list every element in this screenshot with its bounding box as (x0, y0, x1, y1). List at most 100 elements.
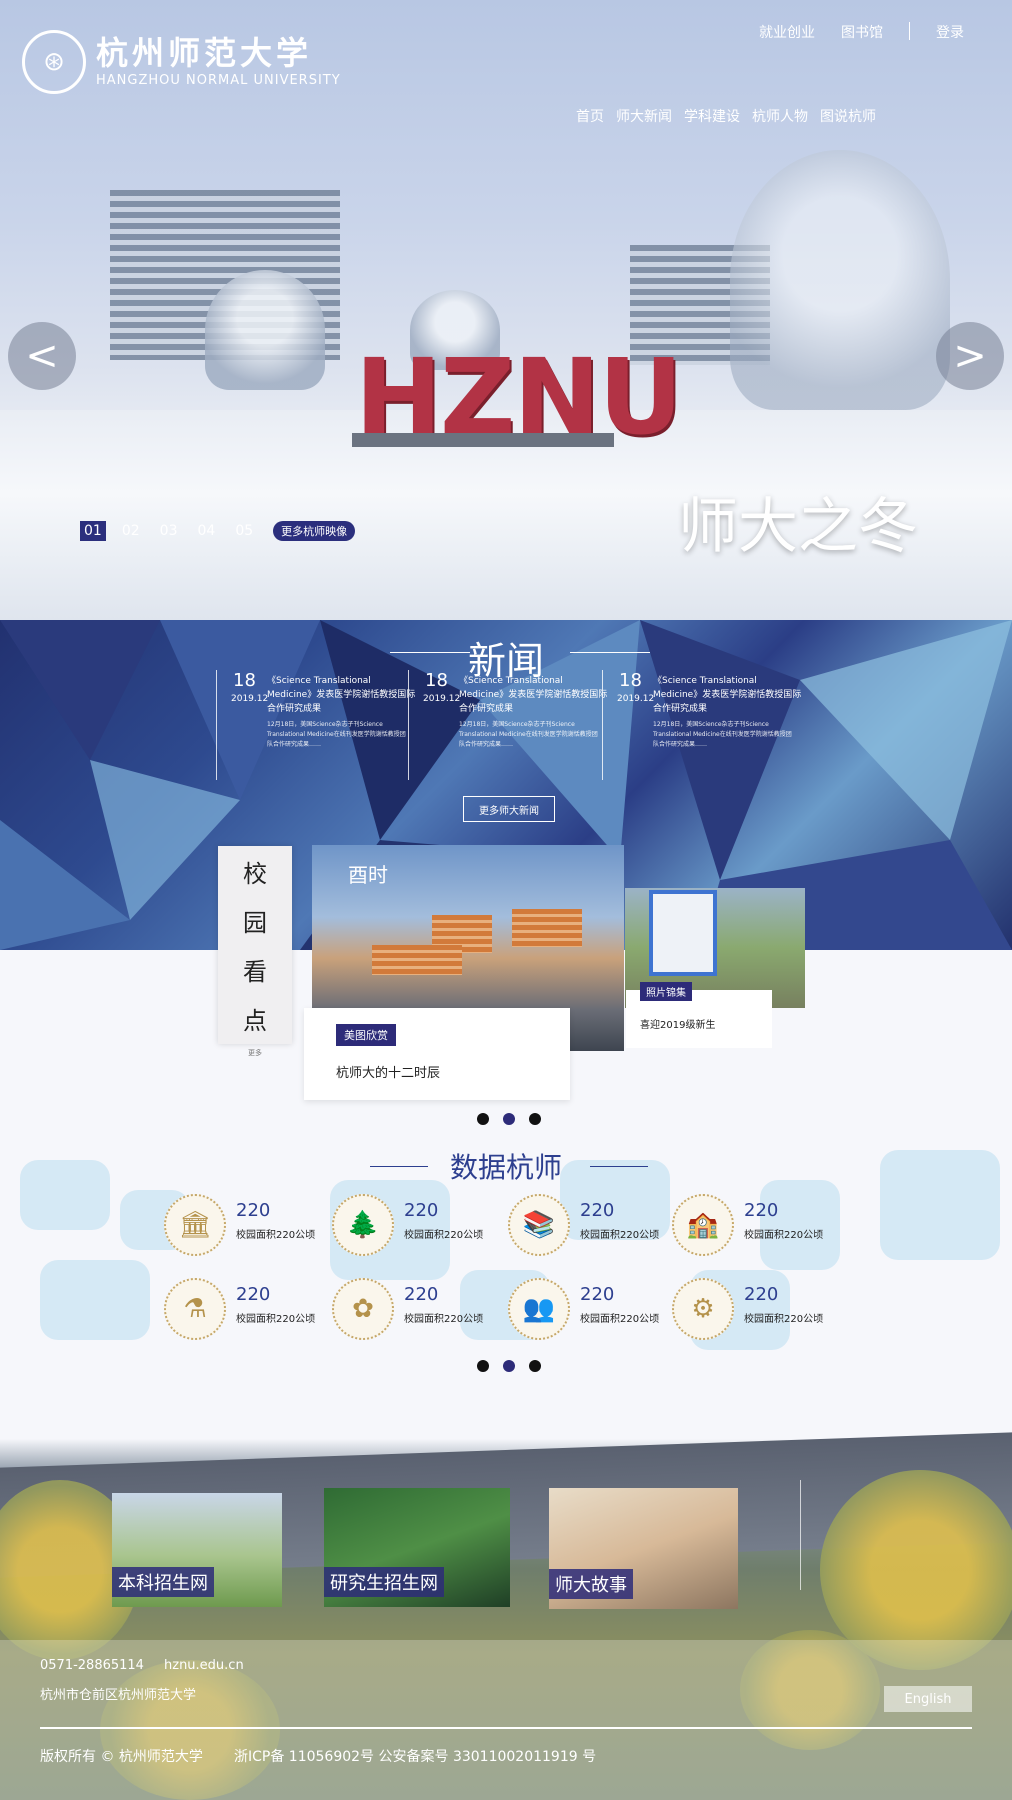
campus-title-char: 园 (243, 909, 267, 937)
nav-home[interactable]: 首页 (576, 106, 604, 126)
pager-dot-active[interactable] (503, 1360, 515, 1372)
hero-tree (730, 150, 950, 410)
footer-site[interactable]: hznu.edu.cn (164, 1658, 244, 1673)
campus-title-char: 校 (243, 860, 267, 888)
news-summary: 12月18日，美国Science杂志子刊Science Translationa… (267, 721, 406, 748)
stat-number: 220 (744, 1284, 779, 1305)
news-headline: 《Science Translational Medicine》发表医学院谢恬教… (653, 676, 802, 714)
english-button[interactable]: English (884, 1686, 972, 1712)
logo-name-en: HANGZHOU NORMAL UNIVERSITY (96, 72, 341, 88)
stat-item: 👥 220 校园面积220公顷 (508, 1278, 678, 1344)
carousel-next-button[interactable]: > (936, 322, 1004, 390)
news-date: 2019.12 (423, 694, 461, 704)
stat-number: 220 (580, 1284, 615, 1305)
data-pager (477, 1360, 541, 1372)
campus-card-main[interactable]: 美图欣赏 杭师大的十二时辰 (304, 1008, 570, 1100)
link-login[interactable]: 登录 (936, 22, 964, 42)
graduate-admissions-tile[interactable]: 研究生招生网 (324, 1488, 510, 1607)
stat-label: 校园面积220公顷 (744, 1230, 824, 1241)
footer-copyright: 版权所有 © 杭州师范大学 (40, 1749, 203, 1765)
stat-label: 校园面积220公顷 (744, 1314, 824, 1325)
news-summary: 12月18日，美国Science杂志子刊Science Translationa… (459, 721, 598, 748)
photo-building (372, 945, 462, 975)
stat-item: 🏫 220 校园面积220公顷 (672, 1194, 842, 1260)
news-headline: 《Science Translational Medicine》发表医学院谢恬教… (459, 676, 608, 714)
news-item[interactable]: 18 2019.12 《Science Translational Medici… (602, 670, 801, 780)
pager-dot[interactable] (477, 1360, 489, 1372)
stat-item: 📚 220 校园面积220公顷 (508, 1194, 678, 1260)
slide-tab-02[interactable]: 02 (118, 521, 144, 541)
news-item[interactable]: 18 2019.12 《Science Translational Medici… (408, 670, 607, 780)
university-logo[interactable]: ⊛ 杭州师范大学 HANGZHOU NORMAL UNIVERSITY (22, 30, 341, 94)
news-day: 18 (619, 670, 642, 691)
hero-banner: HZNU ⊛ 杭州师范大学 HANGZHOU NORMAL UNIVERSITY… (0, 0, 1012, 620)
data-title-line-right (590, 1166, 648, 1167)
lab-icon: ⚗ (164, 1278, 226, 1340)
slide-pager: 01 02 03 04 05 更多杭师映像 (80, 521, 356, 541)
stat-item: ⚙ 220 校园面积220公顷 (672, 1278, 842, 1344)
slide-tab-05[interactable]: 05 (231, 521, 257, 541)
science-icon: ⚙ (672, 1278, 734, 1340)
news-date: 2019.12 (231, 694, 269, 704)
stat-number: 220 (404, 1200, 439, 1221)
link-library[interactable]: 图书馆 (841, 22, 883, 42)
side-links (800, 1480, 821, 1590)
top-links: 就业创业 图书馆 登录 (759, 22, 964, 42)
data-title: 数据杭师 (449, 1151, 562, 1184)
nav-disciplines[interactable]: 学科建设 (684, 106, 740, 126)
footer-divider (40, 1727, 972, 1729)
slide-tab-03[interactable]: 03 (156, 521, 182, 541)
campus-icon: 🏫 (672, 1194, 734, 1256)
footer-icp: 浙ICP备 11056902号 公安备案号 33011002011919 号 (234, 1749, 597, 1765)
hero-tree (205, 270, 325, 390)
tile-label: 师大故事 (549, 1569, 633, 1599)
stat-label: 校园面积220公顷 (236, 1314, 316, 1325)
stat-number: 220 (580, 1200, 615, 1221)
footer-phone: 0571-28865114 (40, 1658, 144, 1673)
link-career[interactable]: 就业创业 (759, 22, 815, 42)
nav-gallery[interactable]: 图说杭师 (820, 106, 876, 126)
nav-people[interactable]: 杭师人物 (752, 106, 808, 126)
card-tag: 照片锦集 (640, 982, 692, 1001)
campus-card-secondary[interactable]: 照片锦集 喜迎2019级新生 (626, 982, 772, 1048)
hero-caption: 师大之冬 (678, 492, 918, 562)
photo-overlay-text: 酉时 (348, 863, 388, 887)
news-item[interactable]: 18 2019.12 《Science Translational Medici… (216, 670, 415, 780)
footer-address: 杭州市仓前区杭州师范大学 (40, 1688, 197, 1703)
undergrad-admissions-tile[interactable]: 本科招生网 (112, 1493, 282, 1607)
card-tag: 美图欣赏 (336, 1024, 396, 1046)
building-icon: 🏛 (164, 1194, 226, 1256)
tile-label: 研究生招生网 (324, 1567, 444, 1597)
more-images-button[interactable]: 更多杭师映像 (273, 521, 356, 541)
photo-frame (649, 890, 717, 976)
stat-number: 220 (236, 1200, 271, 1221)
pager-dot[interactable] (529, 1360, 541, 1372)
library-icon: 📚 (508, 1194, 570, 1256)
stat-label: 校园面积220公顷 (404, 1314, 484, 1325)
campus-more-link[interactable]: 更多 (218, 1048, 292, 1058)
stat-item: 🌲 220 校园面积220公顷 (332, 1194, 502, 1260)
news-title-line-right (570, 652, 650, 653)
university-stories-tile[interactable]: 师大故事 (549, 1488, 738, 1609)
stat-item: ✿ 220 校园面积220公顷 (332, 1278, 502, 1344)
carousel-prev-button[interactable]: < (8, 322, 76, 390)
photo-building (512, 909, 582, 947)
stat-item: 🏛 220 校园面积220公顷 (164, 1194, 334, 1260)
stat-label: 校园面积220公顷 (404, 1230, 484, 1241)
news-summary: 12月18日，美国Science杂志子刊Science Translationa… (653, 721, 792, 748)
stat-label: 校园面积220公顷 (580, 1314, 660, 1325)
more-news-button[interactable]: 更多师大新闻 (463, 796, 555, 822)
news-day: 18 (233, 670, 256, 691)
stat-label: 校园面积220公顷 (580, 1230, 660, 1241)
people-icon: 👥 (508, 1278, 570, 1340)
nav-news[interactable]: 师大新闻 (616, 106, 672, 126)
university-seal-icon: ⊛ (22, 30, 86, 94)
slide-tab-01[interactable]: 01 (80, 521, 106, 541)
slide-tab-04[interactable]: 04 (193, 521, 219, 541)
main-nav: 首页 师大新闻 学科建设 杭师人物 图说杭师 (576, 106, 876, 126)
stat-number: 220 (236, 1284, 271, 1305)
stat-number: 220 (404, 1284, 439, 1305)
news-headline: 《Science Translational Medicine》发表医学院谢恬教… (267, 676, 416, 714)
tree-icon: 🌲 (332, 1194, 394, 1256)
footer (0, 1640, 1012, 1800)
